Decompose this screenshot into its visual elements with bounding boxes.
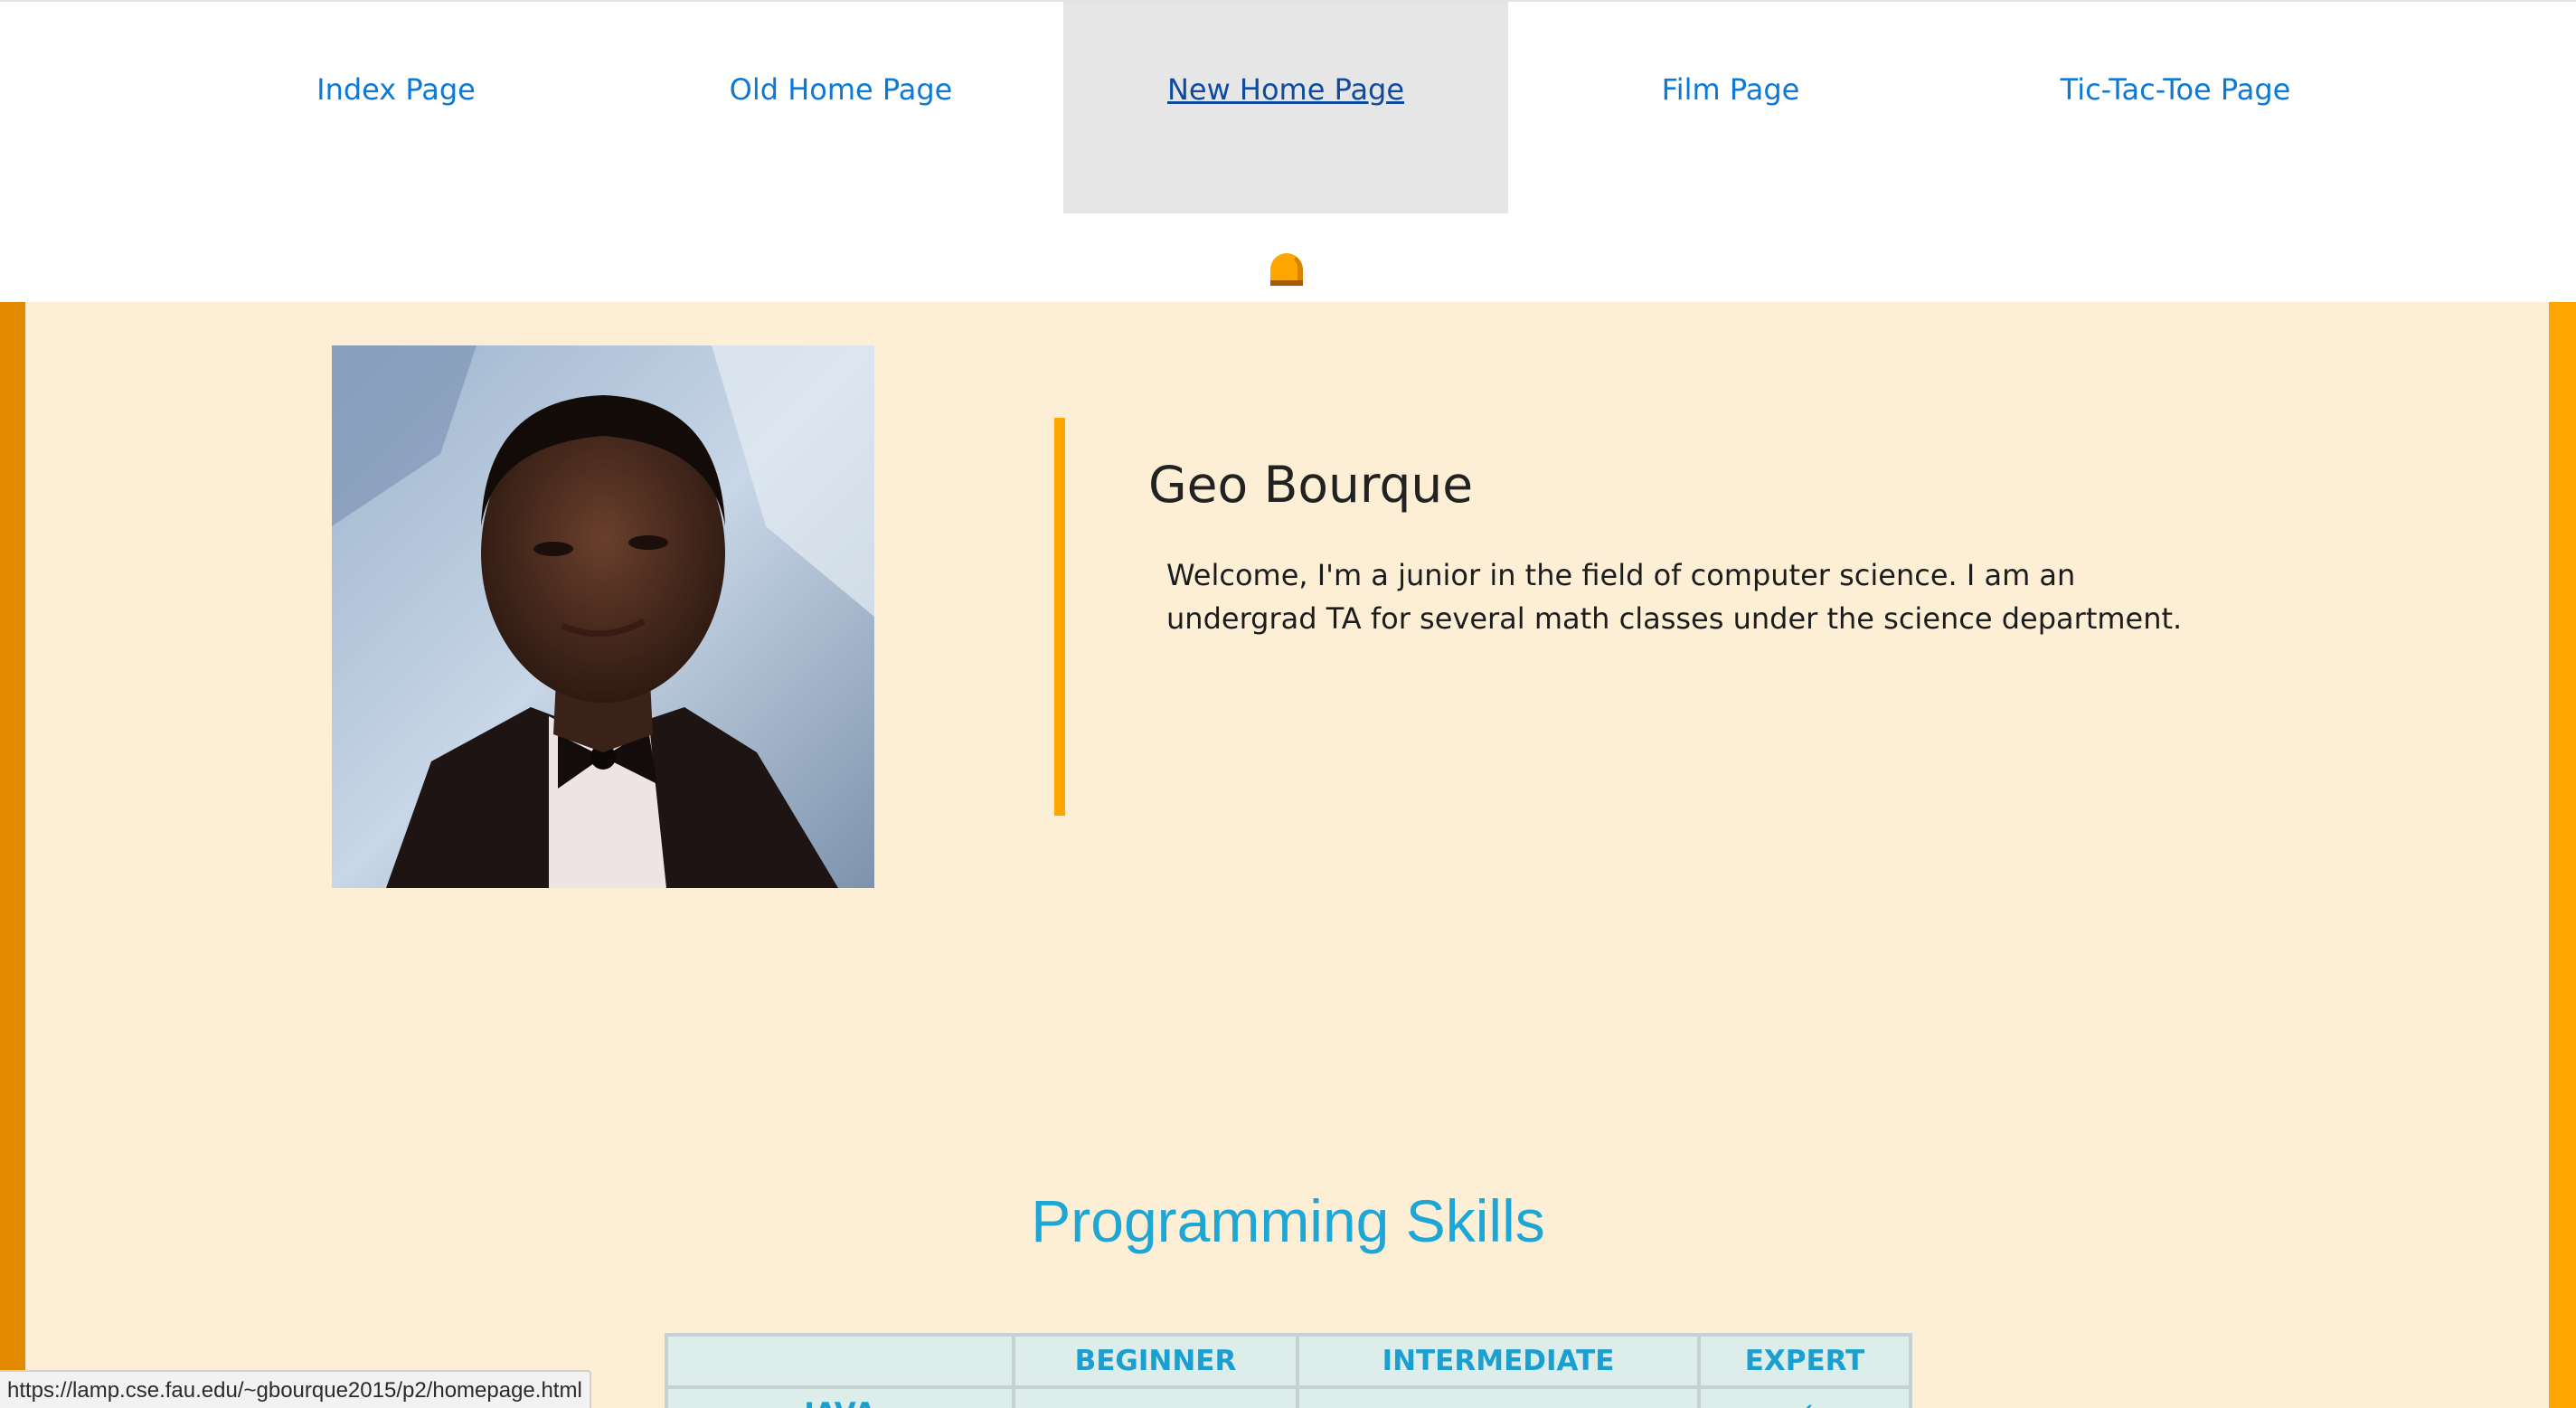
- nav-link-new-home-page[interactable]: New Home Page: [1063, 2, 1508, 213]
- skill-beginner-cell: [1012, 1385, 1299, 1408]
- skills-header-expert: EXPERT: [1697, 1333, 1912, 1389]
- nav-link-film-page[interactable]: Film Page: [1508, 2, 1953, 213]
- browser-page: Index Page Old Home Page New Home Page F…: [0, 0, 2576, 1408]
- profile-name: Geo Bourque: [1148, 456, 1474, 514]
- top-navigation: Index Page Old Home Page New Home Page F…: [0, 0, 2576, 302]
- nav-link-tic-tac-toe-page[interactable]: Tic-Tac-Toe Page: [1953, 2, 2398, 213]
- skills-table: BEGINNER INTERMEDIATE EXPERT JAVA ✓: [665, 1333, 1912, 1408]
- skill-intermediate-cell: [1296, 1385, 1701, 1408]
- table-row: JAVA ✓: [665, 1385, 1912, 1408]
- skill-label: JAVA: [665, 1385, 1015, 1408]
- skills-header-beginner: BEGINNER: [1012, 1333, 1299, 1389]
- skills-header-intermediate: INTERMEDIATE: [1296, 1333, 1701, 1389]
- profile-bio: Welcome, I'm a junior in the field of co…: [1166, 558, 2183, 636]
- check-icon: ✓: [1697, 1385, 1912, 1408]
- skills-header-empty: [665, 1333, 1015, 1389]
- main-content: Geo Bourque Welcome, I'm a junior in the…: [0, 302, 2576, 1408]
- status-bar-url: https://lamp.cse.fau.edu/~gbourque2015/p…: [0, 1370, 591, 1408]
- skills-header-row: BEGINNER INTERMEDIATE EXPERT: [665, 1333, 1912, 1389]
- orange-dome-icon: [1270, 253, 1303, 286]
- nav-link-old-home-page[interactable]: Old Home Page: [618, 2, 1063, 213]
- nav-links: Index Page Old Home Page New Home Page F…: [174, 2, 2400, 213]
- nav-link-index-page[interactable]: Index Page: [174, 2, 618, 213]
- bio-section: Geo Bourque Welcome, I'm a junior in the…: [1054, 418, 2230, 816]
- skills-title: Programming Skills: [1031, 1187, 1545, 1254]
- portrait-photo: [332, 345, 874, 888]
